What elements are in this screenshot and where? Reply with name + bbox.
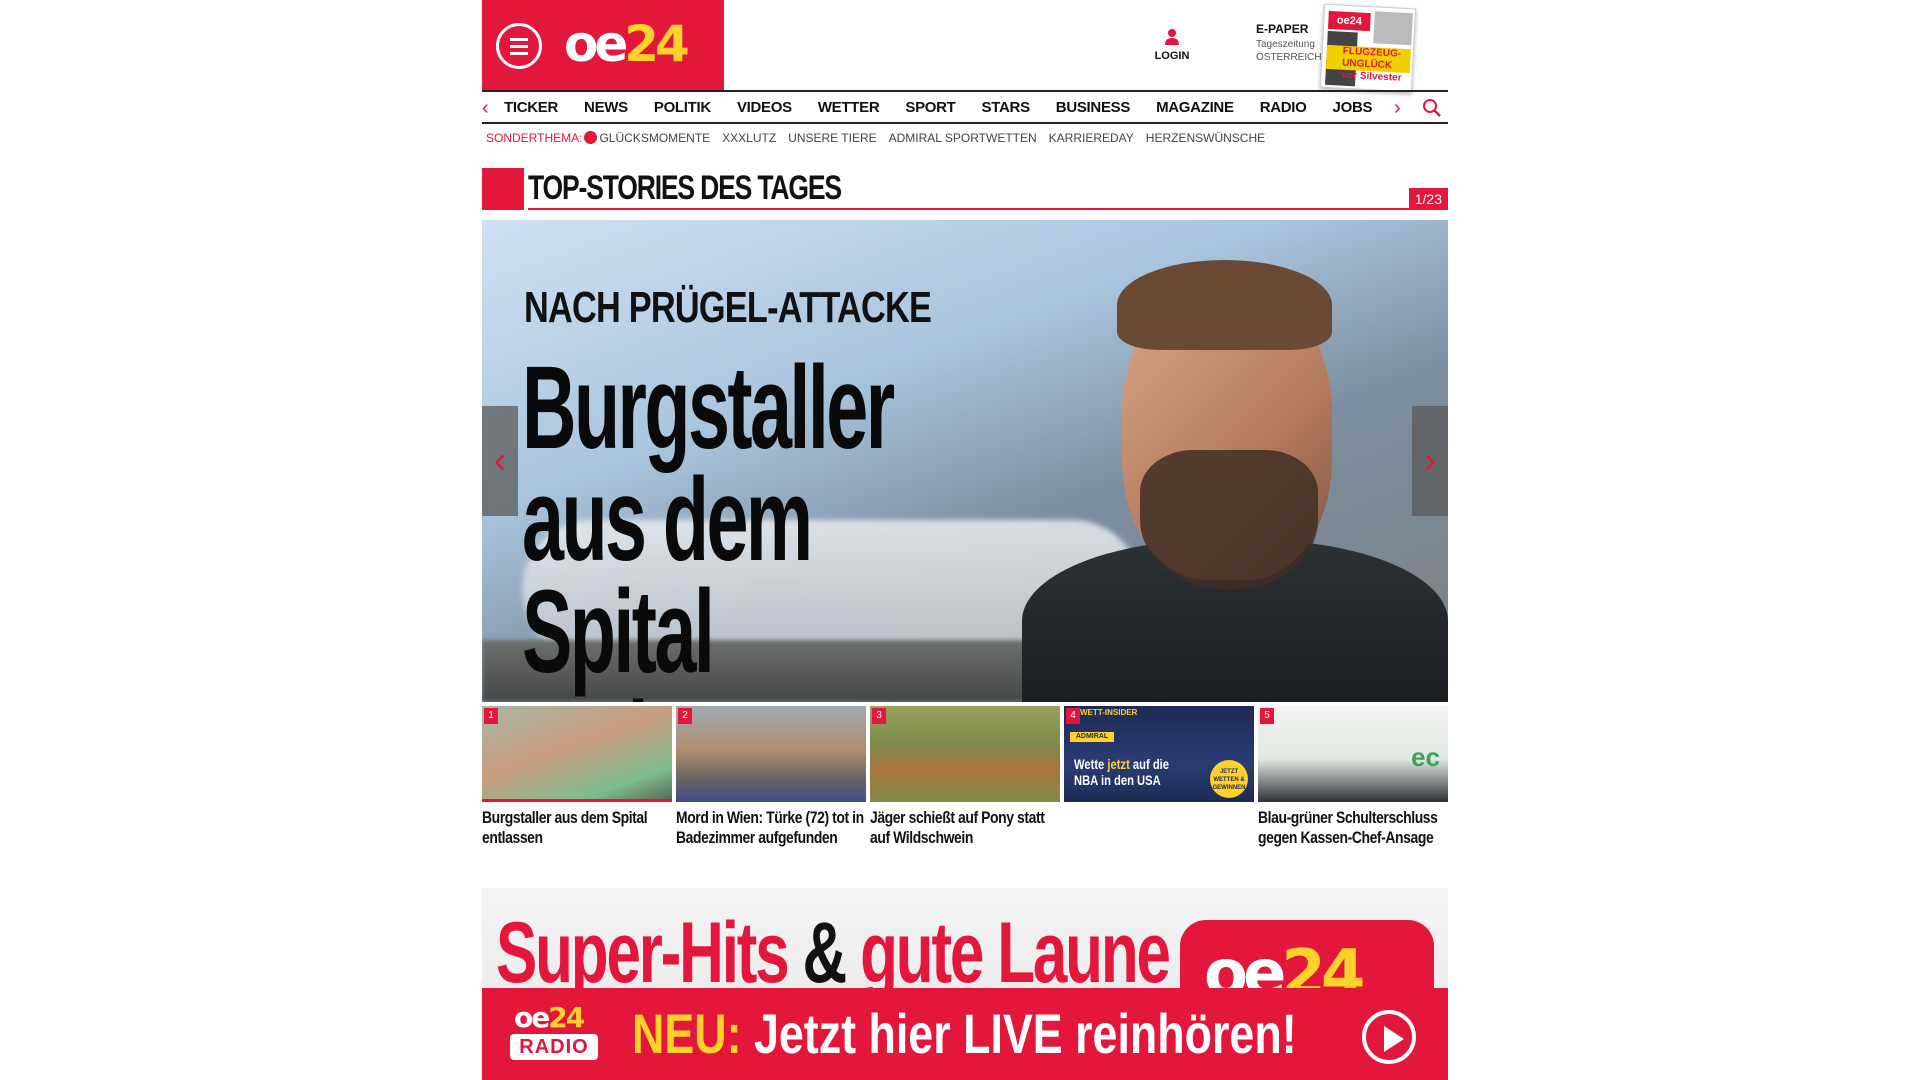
banner-headline-ampersand: &	[802, 905, 848, 1001]
special-topic-xxxlutz[interactable]: XXXLUTZ	[722, 131, 776, 145]
special-topic-label: GLÜCKSMOMENTE	[599, 131, 711, 145]
radio-promo-banner[interactable]: Super-Hits & gute Laune oe24 oe24 RADIO …	[482, 888, 1448, 1080]
epaper-subtitle: Tageszeitung	[1256, 39, 1315, 50]
radio-logo-bottom: RADIO	[510, 1034, 598, 1060]
user-icon	[1165, 29, 1179, 45]
nav-item-business[interactable]: BUSINESS	[1056, 99, 1131, 116]
epaper-title: E-PAPER	[1256, 22, 1309, 36]
special-topics-bar: SONDERTHEMA: GLÜCKSMOMENTE XXXLUTZ UNSER…	[486, 130, 1265, 146]
hero-slide[interactable]: NACH PRÜGEL-ATTACKE Burgstaller aus dem …	[482, 220, 1448, 702]
thumb-image-sign: ec	[1411, 742, 1440, 772]
story-thumbnails: 1 Burgstaller aus dem Spital entlassen 2…	[482, 706, 1448, 856]
hero-kicker: NACH PRÜGEL-ATTACKE	[524, 283, 932, 332]
nav-item-videos[interactable]: VIDEOS	[737, 99, 792, 116]
story-thumb-3[interactable]: 3 Jäger schießt auf Pony statt auf Wilds…	[870, 706, 1060, 848]
thumb-number: 5	[1260, 708, 1274, 724]
nav-item-magazine[interactable]: MAGAZINE	[1156, 99, 1234, 116]
ad-badge: JETZT WETTEN & GEWINNEN	[1210, 760, 1248, 798]
radio-logo: oe24 RADIO	[510, 1002, 600, 1068]
cover-headline: FLUGZEUG-UNGLÜCK vor Silvester	[1325, 44, 1411, 84]
banner-headline-part: gute Laune	[845, 905, 1171, 1001]
ad-headline-highlight: jetzt	[1107, 756, 1130, 772]
login-label: LOGIN	[1154, 50, 1190, 62]
ad-headline-part: auf die	[1129, 756, 1170, 772]
story-thumb-1[interactable]: 1 Burgstaller aus dem Spital entlassen	[482, 706, 672, 848]
radio-logo-top: oe24	[514, 1001, 585, 1034]
logo-text: oe24	[564, 15, 690, 73]
ad-headline: Wette jetzt auf die NBA in den USA	[1074, 756, 1169, 788]
epaper-link[interactable]: E-PAPER Tageszeitung ÖSTERREICH	[1256, 22, 1322, 63]
nav-item-news[interactable]: NEWS	[584, 99, 628, 116]
slider-next-button[interactable]: ›	[1412, 406, 1448, 516]
chevron-right-icon: ›	[1424, 439, 1436, 480]
clover-icon	[584, 131, 598, 144]
nav-scroll-right-icon[interactable]: ›	[1394, 96, 1401, 120]
nav-item-ticker[interactable]: TICKER	[504, 99, 558, 116]
section-marker	[482, 168, 524, 210]
thumb-image: 5 ec	[1258, 706, 1448, 802]
thumb-number: 2	[678, 708, 692, 724]
special-topic-gluecksmomente[interactable]: GLÜCKSMOMENTE	[584, 131, 710, 145]
thumb-caption: Blau-grüner Schulterschluss gegen Kassen…	[1258, 808, 1438, 847]
search-icon[interactable]	[1422, 98, 1442, 118]
nav-item-stars[interactable]: STARS	[982, 99, 1031, 116]
top-stories-header: TOP-STORIES DES TAGES 1/23	[482, 168, 1448, 212]
special-topic-unsere-tiere[interactable]: UNSERE TIERE	[788, 131, 876, 145]
login-button[interactable]: LOGIN	[1152, 28, 1192, 62]
ad-brand: ADMIRAL	[1070, 732, 1114, 742]
story-thumb-4-ad[interactable]: 4 WETT-INSIDER ADMIRAL Wette jetzt auf d…	[1064, 706, 1254, 808]
play-icon[interactable]	[1362, 1010, 1416, 1064]
brand-header: oe24	[482, 0, 724, 90]
banner-cta-text: NEU: Jetzt hier LIVE reinhören!	[632, 1002, 1297, 1066]
section-divider	[528, 208, 1446, 210]
slider-prev-button[interactable]: ‹	[482, 406, 518, 516]
site-logo[interactable]: oe24	[564, 14, 690, 74]
nav-scroll-left-icon[interactable]: ‹	[482, 96, 489, 120]
thumb-ad-image: 4 WETT-INSIDER ADMIRAL Wette jetzt auf d…	[1064, 706, 1254, 802]
hero-headline[interactable]: Burgstaller aus dem Spital entlassen	[522, 349, 957, 702]
thumb-caption: Mord in Wien: Türke (72) tot in Badezimm…	[676, 808, 864, 847]
thumb-image: 2	[676, 706, 866, 802]
slide-counter: 1/23	[1408, 188, 1448, 210]
thumb-number: 4	[1066, 708, 1080, 724]
nav-item-jobs[interactable]: JOBS	[1333, 99, 1373, 116]
story-thumb-2[interactable]: 2 Mord in Wien: Türke (72) tot in Badezi…	[676, 706, 866, 848]
cover-photo-secondary	[1373, 11, 1413, 46]
special-topic-karriereday[interactable]: KARRIEREDAY	[1049, 131, 1134, 145]
section-title: TOP-STORIES DES TAGES	[528, 169, 842, 207]
banner-headline-part: Super-Hits	[496, 905, 803, 1001]
nav-item-wetter[interactable]: WETTER	[818, 99, 880, 116]
ad-headline-part: NBA in den USA	[1074, 772, 1161, 788]
nav-item-radio[interactable]: RADIO	[1260, 99, 1307, 116]
thumb-number: 3	[872, 708, 886, 724]
main-nav: ‹ TICKER NEWS POLITIK VIDEOS WETTER SPOR…	[482, 90, 1448, 124]
banner-cta-main: Jetzt hier LIVE reinhören!	[741, 1002, 1297, 1065]
story-thumb-5[interactable]: 5 ec Blau-grüner Schulterschluss gegen K…	[1258, 706, 1448, 848]
epaper-cover-image[interactable]: oe24 FLUGZEUG-UNGLÜCK vor Silvester	[1319, 3, 1417, 93]
nav-item-sport[interactable]: SPORT	[905, 99, 955, 116]
special-topics-label: SONDERTHEMA:	[486, 131, 583, 145]
thumb-image: 1	[482, 706, 672, 802]
nav-items: TICKER NEWS POLITIK VIDEOS WETTER SPORT …	[504, 92, 1372, 122]
thumb-number: 1	[484, 708, 498, 724]
thumb-caption: Jäger schießt auf Pony statt auf Wildsch…	[870, 808, 1045, 847]
thumb-image: 3	[870, 706, 1060, 802]
page: oe24 LOGIN E-PAPER Tageszeitung ÖSTERREI…	[482, 0, 1448, 1080]
hero-photo-person	[1022, 240, 1448, 702]
chevron-left-icon: ‹	[494, 439, 506, 480]
ad-headline-part: Wette	[1074, 756, 1108, 772]
special-topic-herzenswuensche[interactable]: HERZENSWÜNSCHE	[1146, 131, 1265, 145]
cover-logo: oe24	[1327, 10, 1371, 32]
banner-cta-bar[interactable]: oe24 RADIO NEU: Jetzt hier LIVE reinhöre…	[482, 988, 1448, 1080]
hamburger-menu-icon[interactable]	[496, 23, 542, 69]
epaper-country: ÖSTERREICH	[1256, 52, 1322, 63]
thumb-caption: Burgstaller aus dem Spital entlassen	[482, 808, 648, 847]
special-topic-admiral-sportwetten[interactable]: ADMIRAL SPORTWETTEN	[889, 131, 1037, 145]
banner-headline: Super-Hits & gute Laune	[496, 905, 1171, 1001]
banner-cta-new: NEU:	[632, 1002, 742, 1065]
ad-kicker: WETT-INSIDER	[1080, 708, 1138, 717]
nav-item-politik[interactable]: POLITIK	[654, 99, 711, 116]
